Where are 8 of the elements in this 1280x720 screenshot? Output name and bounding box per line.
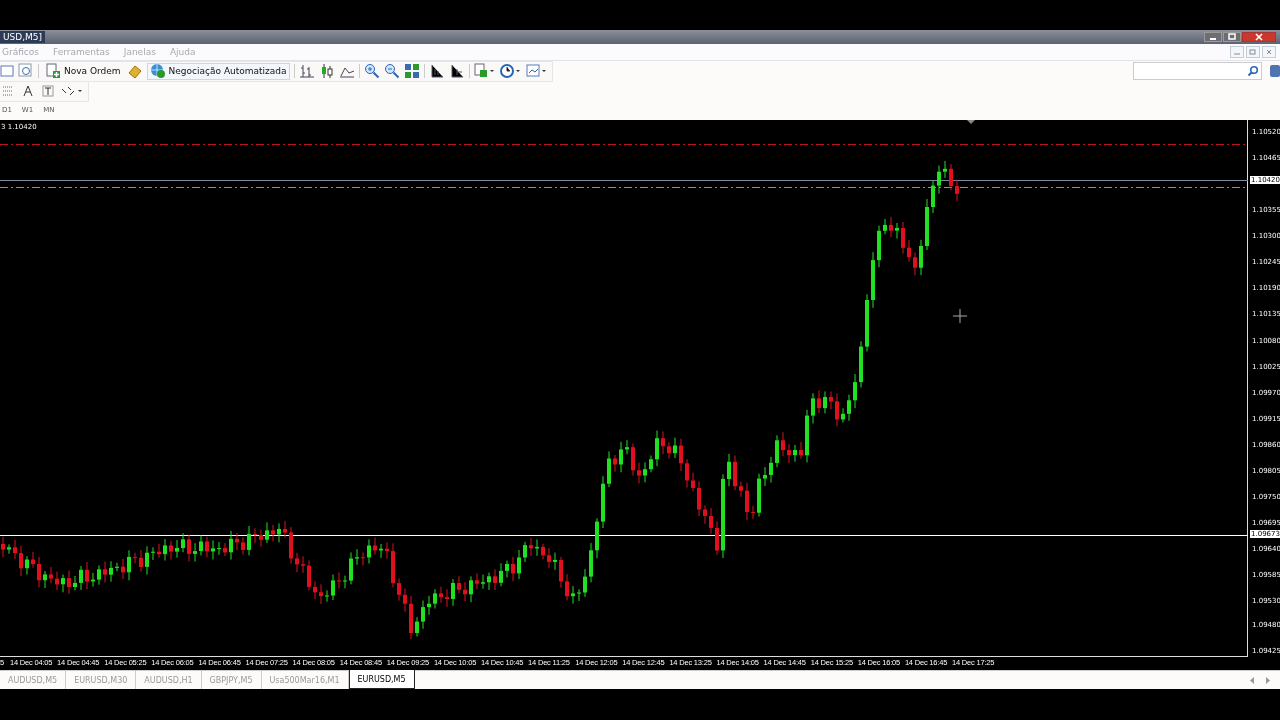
- menu-item[interactable]: Ajuda: [169, 47, 196, 57]
- menu-item[interactable]: Ferramentas: [53, 47, 110, 57]
- toolbar-button[interactable]: Negociação Automatizada: [146, 62, 290, 80]
- menu-item[interactable]: Gráficos: [2, 47, 39, 57]
- menu-item[interactable]: Janelas: [123, 47, 156, 57]
- toolbar-button[interactable]: Nova Ordem: [43, 62, 123, 80]
- chart-tab[interactable]: EURUSD,M5: [348, 670, 415, 689]
- window-title: USD,M5]: [0, 31, 46, 43]
